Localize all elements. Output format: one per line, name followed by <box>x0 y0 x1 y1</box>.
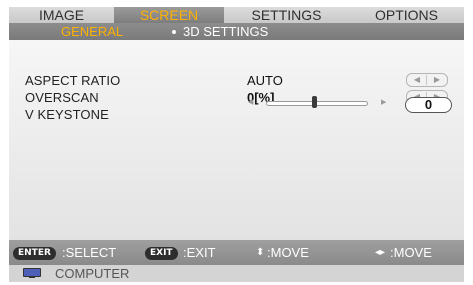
aspect-ratio-value[interactable]: AUTO <box>247 73 283 88</box>
subtab-general[interactable]: GENERAL <box>61 23 123 40</box>
aspect-ratio-arrows[interactable]: ◀ ▶ <box>406 73 448 87</box>
subtab-bullet-icon <box>172 30 176 34</box>
overscan-label: OVERSCAN <box>25 90 99 105</box>
monitor-icon <box>23 268 41 278</box>
projector-osd-menu: IMAGE SCREEN SETTINGS OPTIONS GENERAL 3D… <box>9 7 464 282</box>
main-tab-bar: IMAGE SCREEN SETTINGS OPTIONS <box>9 7 464 23</box>
v-keystone-label: V KEYSTONE <box>25 107 109 122</box>
v-keystone-value[interactable]: 0 <box>405 97 452 113</box>
subtab-3d-settings[interactable]: 3D SETTINGS <box>183 23 268 40</box>
move-horizontal-hint: :MOVE <box>390 245 432 260</box>
up-down-arrows-icon: ⬍ <box>256 247 265 258</box>
aspect-ratio-label: ASPECT RATIO <box>25 73 121 88</box>
enter-key-badge: ENTER <box>13 247 56 260</box>
move-vertical-hint: :MOVE <box>267 245 309 260</box>
input-source-label: COMPUTER <box>55 266 130 281</box>
v-keystone-slider-track[interactable] <box>266 101 368 106</box>
slider-right-icon[interactable]: ▶ <box>381 98 386 106</box>
exit-hint: :EXIT <box>183 245 216 260</box>
v-keystone-slider-thumb[interactable] <box>312 96 317 108</box>
settings-panel: ASPECT RATIO AUTO ◀ ▶ OVERSCAN 0[%] ◀ ▶ … <box>9 40 464 240</box>
left-right-arrows-icon: ◂▸ <box>375 247 386 258</box>
input-source-bar: COMPUTER <box>9 265 464 282</box>
arrow-left-icon[interactable]: ◀ <box>407 74 427 86</box>
tab-screen[interactable]: SCREEN <box>114 7 224 23</box>
select-hint: :SELECT <box>62 245 117 260</box>
tab-image[interactable]: IMAGE <box>9 7 114 23</box>
monitor-stand <box>29 276 35 278</box>
slider-left-icon[interactable]: ◀ <box>248 98 253 106</box>
sub-tab-bar: GENERAL 3D SETTINGS <box>9 23 464 40</box>
arrow-right-icon[interactable]: ▶ <box>427 74 447 86</box>
footer-hint-bar: ENTER :SELECT EXIT :EXIT ⬍ :MOVE ◂▸ :MOV… <box>9 240 464 265</box>
tab-settings[interactable]: SETTINGS <box>224 7 349 23</box>
tab-options[interactable]: OPTIONS <box>349 7 464 23</box>
exit-key-badge: EXIT <box>145 247 178 260</box>
